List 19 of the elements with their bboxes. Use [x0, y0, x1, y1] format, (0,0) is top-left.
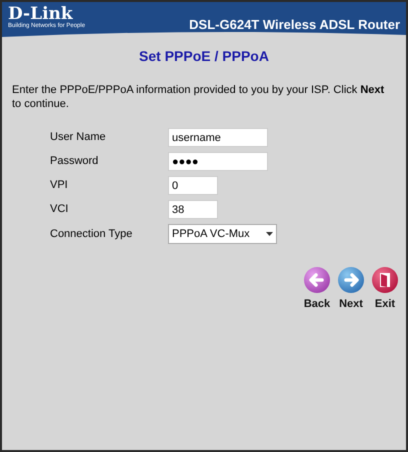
input-field[interactable]: username: [168, 128, 268, 147]
field-label: Password: [50, 154, 100, 170]
logo-text: D-Link: [8, 5, 73, 23]
field-label: Connection Type: [50, 226, 134, 242]
field-label: User Name: [50, 130, 107, 146]
nav-button[interactable]: Exit: [370, 266, 400, 312]
door-icon: [371, 266, 399, 294]
field-label: VPI: [50, 178, 69, 194]
input-field[interactable]: 38: [168, 200, 218, 219]
connection-type-dropdown[interactable]: PPPoA VC-Mux: [168, 224, 277, 244]
input-field[interactable]: ●●●●: [168, 152, 268, 171]
page-title: Set PPPoE / PPPoA: [138, 47, 270, 66]
product-name: DSL-G624T Wireless ADSL Router: [189, 16, 400, 34]
caret-icon: [266, 232, 273, 236]
field-label: VCI: [50, 202, 70, 218]
nav-button[interactable]: Back: [302, 266, 332, 312]
input-field[interactable]: 0: [168, 176, 218, 195]
nav-button[interactable]: Next: [336, 266, 366, 312]
intro-text: Enter the PPPoE/PPPoA information provided to you by your ISP. Click Next to continue.: [12, 83, 386, 111]
